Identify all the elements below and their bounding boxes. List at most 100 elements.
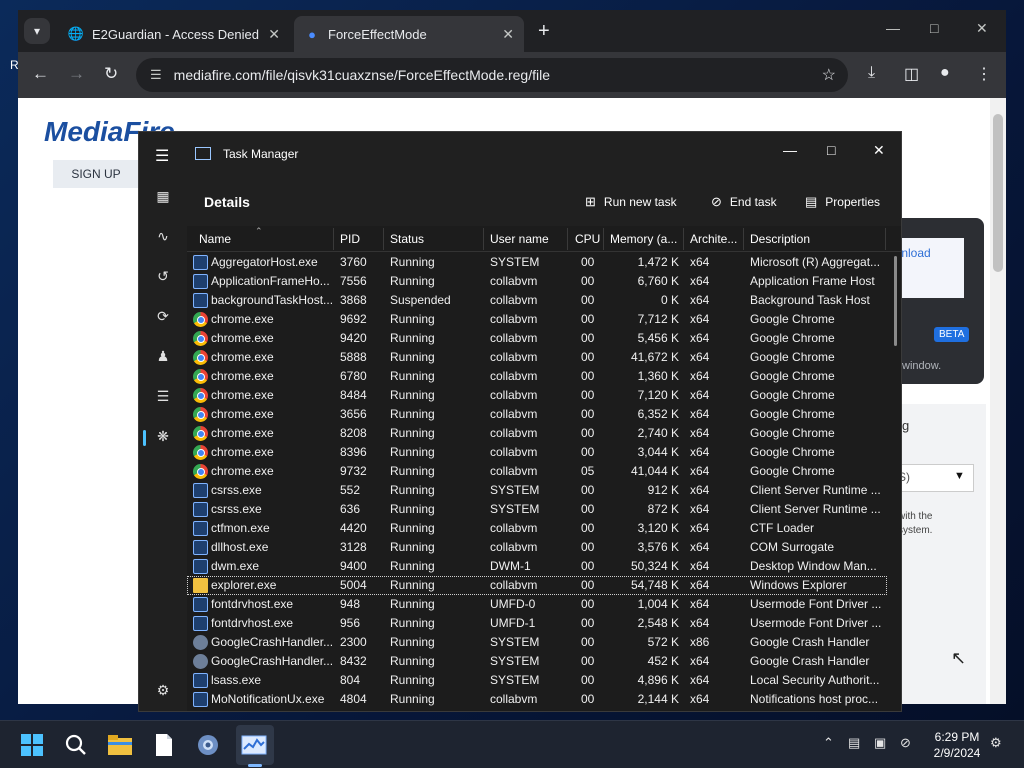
- network-icon[interactable]: ▣: [874, 735, 886, 751]
- column-header-memory[interactable]: Memory (a...: [610, 232, 677, 246]
- panel-note-line2: system.: [898, 525, 933, 536]
- minimize-button[interactable]: —: [783, 142, 797, 158]
- sign-up-button[interactable]: SIGN UP: [53, 160, 139, 188]
- site-info-icon[interactable]: ☰: [150, 67, 162, 83]
- table-row[interactable]: chrome.exe 9420 Running collabvm 00 5,456 K x6…: [187, 329, 887, 348]
- column-header-status[interactable]: Status: [390, 232, 424, 246]
- column-divider[interactable]: [483, 228, 484, 250]
- start-icon[interactable]: [18, 731, 46, 759]
- table-row[interactable]: chrome.exe 5888 Running collabvm 00 41,672 K x…: [187, 348, 887, 367]
- cell-status: Running: [390, 350, 435, 364]
- close-button[interactable]: ✕: [873, 142, 885, 159]
- column-divider[interactable]: [333, 228, 334, 250]
- reload-icon[interactable]: ↻: [104, 64, 118, 84]
- performance-icon[interactable]: ∿: [153, 226, 173, 246]
- table-row[interactable]: AggregatorHost.exe 3760 Running SYSTEM 00 1,4…: [187, 253, 887, 272]
- table-row[interactable]: chrome.exe 6780 Running collabvm 00 1,360 K x6…: [187, 367, 887, 386]
- tab-e2guardian[interactable]: 🌐 E2Guardian - Access Denied ✕: [58, 16, 290, 52]
- table-row[interactable]: csrss.exe 552 Running SYSTEM 00 912 K x64 Clien…: [187, 481, 887, 500]
- details-icon[interactable]: ☰: [153, 386, 173, 406]
- keyboard-icon[interactable]: ▤: [848, 735, 860, 751]
- page-scrollbar[interactable]: [990, 98, 1006, 704]
- close-tab-icon[interactable]: ✕: [502, 26, 514, 43]
- table-row[interactable]: dwm.exe 9400 Running DWM-1 00 50,324 K x64 Desk…: [187, 557, 887, 576]
- settings-icon[interactable]: [194, 731, 222, 759]
- table-row[interactable]: GoogleCrashHandler... 2300 Running SYSTEM 00…: [187, 633, 887, 652]
- tab-search-button[interactable]: ▾: [24, 18, 50, 44]
- column-divider[interactable]: [743, 228, 744, 250]
- cell-desc: Client Server Runtime ...: [750, 483, 881, 497]
- table-row[interactable]: explorer.exe 5004 Running collabvm 00 54,748 …: [187, 576, 887, 595]
- close-window-button[interactable]: ✕: [976, 20, 988, 37]
- table-row[interactable]: dllhost.exe 3128 Running collabvm 00 3,576 K x…: [187, 538, 887, 557]
- cell-desc: Client Server Runtime ...: [750, 502, 881, 516]
- minimize-button[interactable]: —: [886, 20, 900, 36]
- run-new-task-button[interactable]: ⊞ Run new task: [585, 194, 677, 210]
- search-icon[interactable]: [62, 731, 90, 759]
- table-row[interactable]: ApplicationFrameHo... 7556 Running collabvm…: [187, 272, 887, 291]
- table-scrollbar[interactable]: [894, 256, 897, 346]
- address-bar[interactable]: ☰ mediafire.com/file/qisvk31cuaxznse/For…: [136, 58, 848, 92]
- cell-cpu: 00: [581, 559, 595, 573]
- column-header-name[interactable]: Name: [199, 232, 231, 246]
- new-tab-button[interactable]: +: [538, 20, 550, 43]
- column-header-user[interactable]: User name: [490, 232, 549, 246]
- star-icon[interactable]: ☆: [822, 65, 836, 85]
- cell-desc: Google Crash Handler: [750, 635, 870, 649]
- column-divider[interactable]: [683, 228, 684, 250]
- scrollbar-thumb[interactable]: [993, 114, 1003, 272]
- notifications-icon[interactable]: ⚙: [990, 735, 1002, 751]
- table-row[interactable]: chrome.exe 9692 Running collabvm 00 7,712 K x6…: [187, 310, 887, 329]
- close-tab-icon[interactable]: ✕: [268, 26, 280, 43]
- column-header-architecture[interactable]: Archite...: [690, 232, 737, 246]
- column-divider[interactable]: [603, 228, 604, 250]
- table-row[interactable]: backgroundTaskHost... 3868 Suspended collab…: [187, 291, 887, 310]
- services-icon[interactable]: ❋: [153, 426, 173, 446]
- cell-arch: x64: [690, 616, 710, 630]
- maximize-button[interactable]: □: [827, 142, 835, 158]
- table-row[interactable]: chrome.exe 9732 Running collabvm 05 41,044 K x…: [187, 462, 887, 481]
- column-header-cpu[interactable]: CPU: [575, 232, 600, 246]
- back-arrow-icon[interactable]: ←: [32, 64, 49, 84]
- side-panel-icon[interactable]: ◫: [904, 64, 919, 84]
- table-row[interactable]: fontdrvhost.exe 956 Running UMFD-1 00 2,548 K…: [187, 614, 887, 633]
- clock[interactable]: 6:29 PM 2/9/2024: [928, 729, 986, 761]
- table-row[interactable]: chrome.exe 8484 Running collabvm 00 7,120 K x6…: [187, 386, 887, 405]
- column-divider[interactable]: [567, 228, 568, 250]
- column-header-description[interactable]: Description: [750, 232, 810, 246]
- task-manager-icon[interactable]: [240, 731, 268, 759]
- file-explorer-icon[interactable]: [106, 731, 134, 759]
- hamburger-menu-icon[interactable]: ☰: [155, 146, 169, 166]
- column-divider[interactable]: [885, 228, 886, 250]
- table-row[interactable]: chrome.exe 8208 Running collabvm 00 2,740 K x6…: [187, 424, 887, 443]
- settings-icon[interactable]: ⚙: [153, 680, 173, 700]
- app-history-icon[interactable]: ↺: [153, 266, 173, 286]
- table-row[interactable]: ctfmon.exe 4420 Running collabvm 00 3,120 K x6…: [187, 519, 887, 538]
- end-task-button[interactable]: ⊘ End task: [711, 194, 777, 210]
- column-header-pid[interactable]: PID: [340, 232, 360, 246]
- properties-button[interactable]: ▤ Properties: [805, 194, 880, 210]
- volume-muted-icon[interactable]: ⊘: [900, 735, 911, 751]
- column-divider[interactable]: [383, 228, 384, 250]
- forward-arrow-icon[interactable]: →: [68, 64, 85, 84]
- processes-icon[interactable]: ▦: [153, 186, 173, 206]
- startup-apps-icon[interactable]: ⟳: [153, 306, 173, 326]
- table-row[interactable]: chrome.exe 3656 Running collabvm 00 6,352 K x6…: [187, 405, 887, 424]
- table-row[interactable]: MoNotificationUx.exe 4804 Running collabvm 0…: [187, 690, 887, 709]
- download-icon[interactable]: ⤓: [868, 64, 875, 82]
- table-row[interactable]: csrss.exe 636 Running SYSTEM 00 872 K x64 Clien…: [187, 500, 887, 519]
- users-icon[interactable]: ♟: [153, 346, 173, 366]
- cell-desc: Google Chrome: [750, 426, 835, 440]
- table-row[interactable]: fontdrvhost.exe 948 Running UMFD-0 00 1,004 K…: [187, 595, 887, 614]
- profile-icon[interactable]: ●: [940, 64, 950, 82]
- table-row[interactable]: chrome.exe 8396 Running collabvm 00 3,044 K x6…: [187, 443, 887, 462]
- show-hidden-icons-icon[interactable]: ⌃: [823, 735, 834, 751]
- chrome-icon: [193, 445, 208, 460]
- more-vertical-icon[interactable]: ⋮: [976, 64, 992, 84]
- cell-arch: x64: [690, 255, 710, 269]
- table-row[interactable]: GoogleCrashHandler... 8432 Running SYSTEM 00…: [187, 652, 887, 671]
- notepad-icon[interactable]: [150, 731, 178, 759]
- maximize-button[interactable]: □: [930, 20, 938, 36]
- tab-forceeffectmode[interactable]: ● ForceEffectMode ✕: [294, 16, 524, 52]
- table-row[interactable]: lsass.exe 804 Running SYSTEM 00 4,896 K x64 Loc…: [187, 671, 887, 690]
